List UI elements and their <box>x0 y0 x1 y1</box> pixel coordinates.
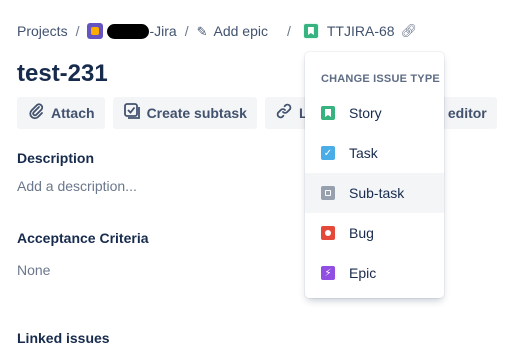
linked-issues-label: Linked issues <box>17 330 110 346</box>
issue-type-option-bug[interactable]: Bug <box>305 213 444 253</box>
epic-lightning-icon: ⚡︎ <box>321 266 335 280</box>
chain-link-icon <box>275 102 293 125</box>
add-epic-label: Add epic <box>213 22 268 39</box>
issue-type-option-epic[interactable]: ⚡︎ Epic <box>305 253 444 293</box>
option-label: Task <box>349 145 378 161</box>
project-name-suffix: -Jira <box>149 23 177 39</box>
story-icon <box>303 24 318 38</box>
subtask-checkbox-icon <box>123 102 141 125</box>
option-label: Bug <box>349 225 374 241</box>
option-label: Story <box>349 105 382 121</box>
issue-type-button[interactable] <box>302 23 319 39</box>
task-checkmark-icon: ✓ <box>321 146 335 160</box>
subtask-icon <box>321 186 335 200</box>
story-icon <box>321 106 335 120</box>
breadcrumb-project-link[interactable]: -Jira <box>87 23 177 39</box>
breadcrumb-projects-link[interactable]: Projects <box>17 23 68 39</box>
redacted-project-name <box>107 23 150 39</box>
create-subtask-button[interactable]: Create subtask <box>112 97 257 129</box>
issue-type-option-subtask[interactable]: Sub-task <box>305 173 444 213</box>
issue-type-option-story[interactable]: Story <box>305 93 444 133</box>
attach-button[interactable]: Attach <box>17 97 105 129</box>
link-icon[interactable]: 🔗︎ <box>401 23 418 39</box>
acceptance-criteria-label: Acceptance Criteria <box>17 230 149 246</box>
issue-toolbar: Attach Create subtask Link <box>17 97 338 129</box>
attach-label: Attach <box>51 105 95 121</box>
issue-key-link[interactable]: TTJIRA-68 <box>327 23 395 39</box>
description-label: Description <box>17 150 95 166</box>
breadcrumb-separator: / <box>184 23 189 39</box>
paperclip-icon <box>27 102 45 125</box>
breadcrumb-separator: / <box>75 23 80 39</box>
acceptance-criteria-value[interactable]: None <box>17 262 50 278</box>
pencil-icon: ✎ <box>196 23 208 39</box>
change-issue-type-dropdown: CHANGE ISSUE TYPE Story ✓ Task Sub-task … <box>305 52 444 298</box>
issue-type-option-task[interactable]: ✓ Task <box>305 133 444 173</box>
breadcrumb-separator: / <box>286 23 291 39</box>
issue-title[interactable]: test-231 <box>17 60 108 88</box>
create-subtask-label: Create subtask <box>146 105 247 121</box>
breadcrumb: Projects / -Jira / ✎ Add epic / TTJIRA-68… <box>17 21 417 41</box>
add-epic-button[interactable]: ✎ Add epic <box>197 23 268 40</box>
option-label: Epic <box>349 265 377 281</box>
bug-icon <box>321 226 335 240</box>
project-avatar-icon <box>87 23 104 39</box>
option-label: Sub-task <box>349 185 405 201</box>
description-field[interactable]: Add a description... <box>17 178 137 194</box>
dropdown-header: CHANGE ISSUE TYPE <box>321 73 440 85</box>
